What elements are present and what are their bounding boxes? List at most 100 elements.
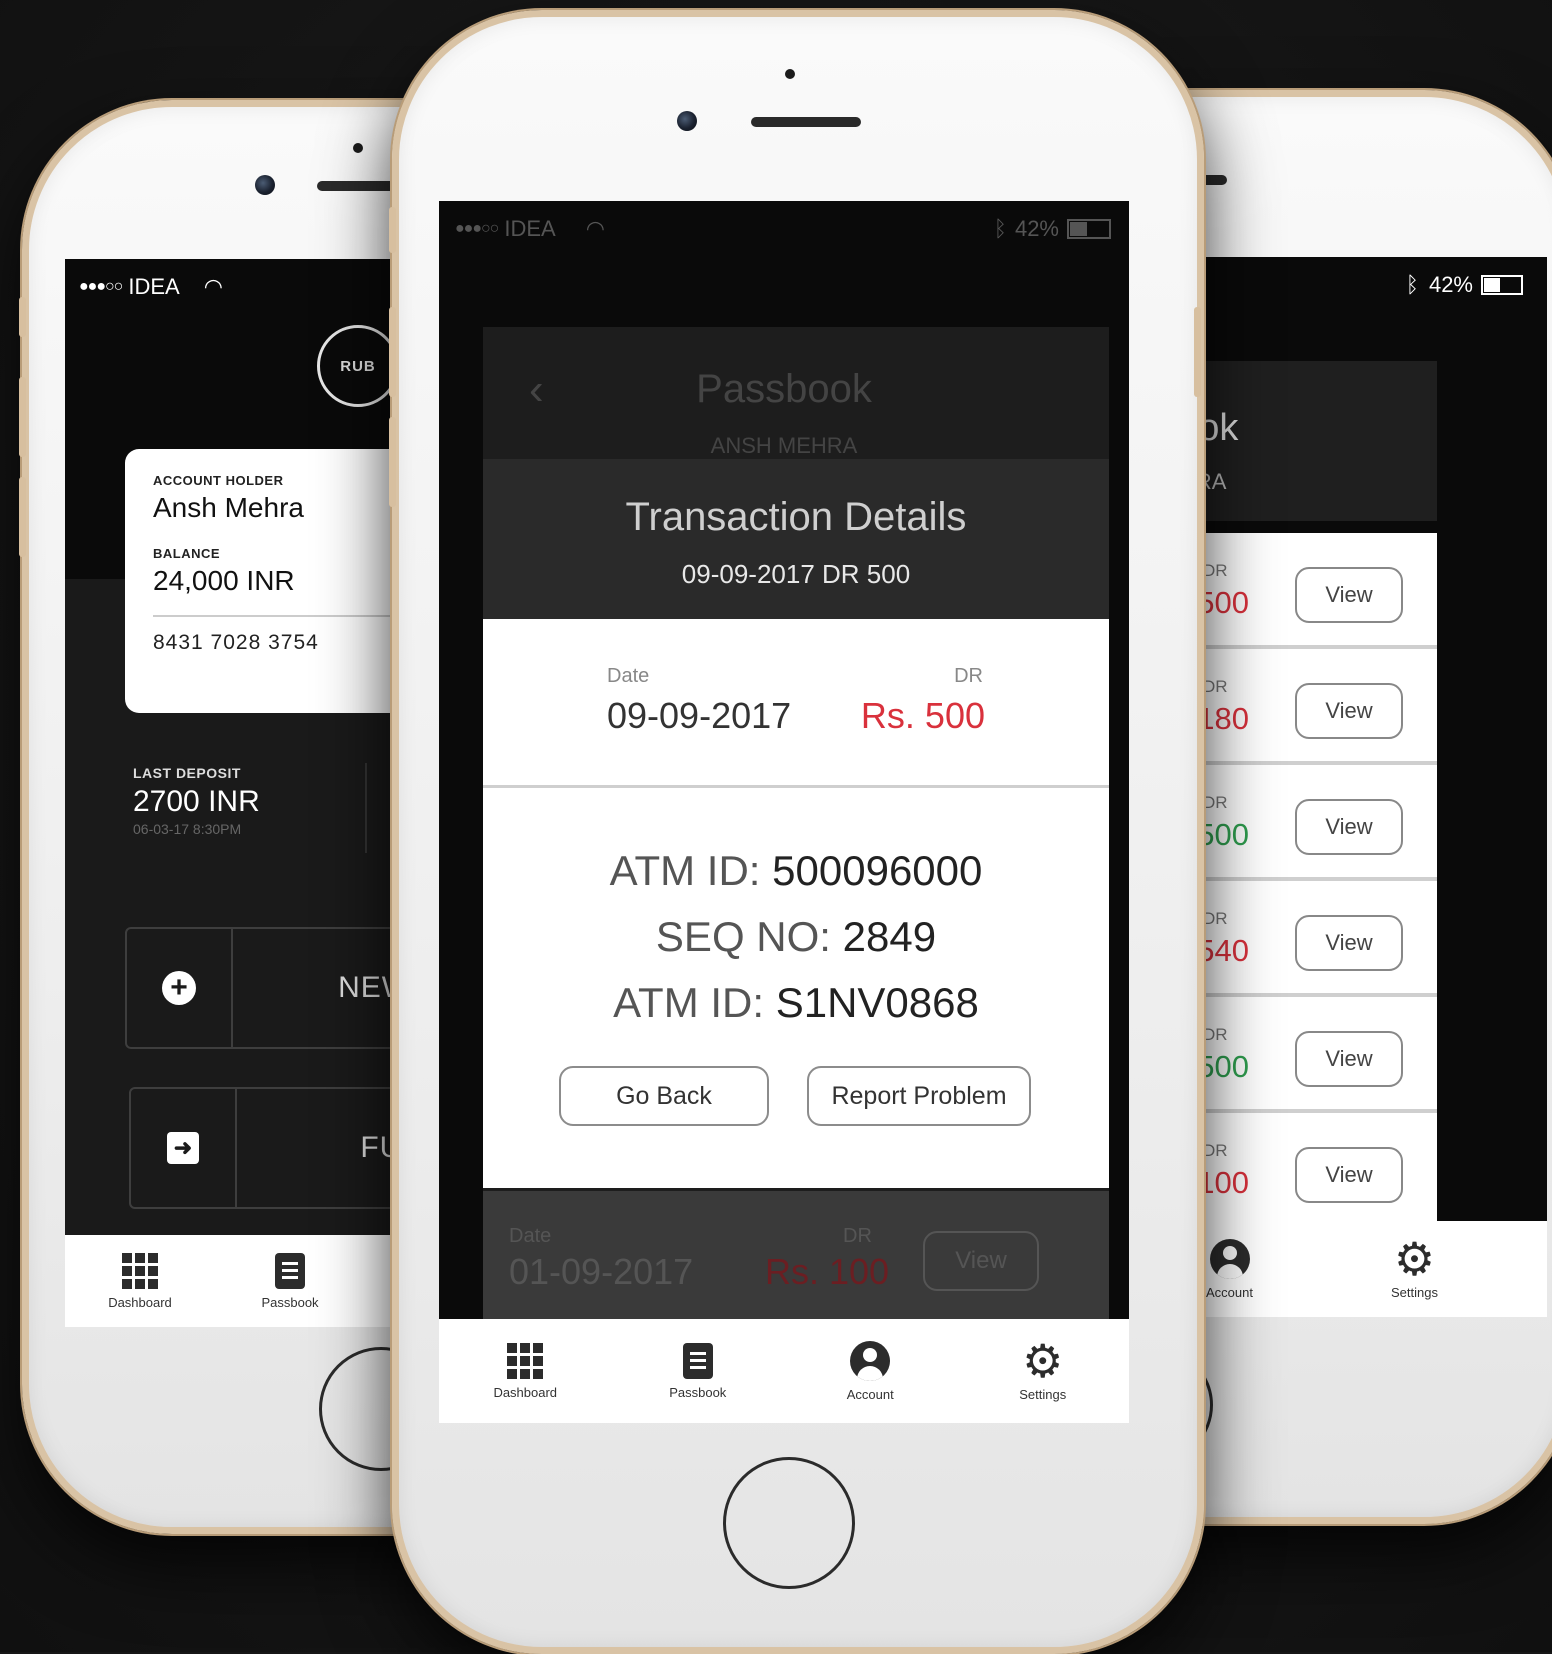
account-icon: [850, 1340, 891, 1381]
battery-icon: [1067, 219, 1111, 239]
last-deposit: LAST DEPOSIT 2700 INR 06-03-17 8:30PM: [133, 765, 260, 837]
detail-line: SEQ NO: 2849: [483, 904, 1109, 970]
detail-line: ATM ID: S1NV0868: [483, 970, 1109, 1036]
detail-value: S1NV0868: [775, 979, 979, 1026]
tab-settings[interactable]: ⚙ Settings: [1322, 1221, 1507, 1317]
transaction-type: DR: [1203, 1025, 1228, 1044]
detail-value: 500096000: [772, 847, 983, 894]
signal-icon: ●●●○○: [79, 278, 123, 295]
tab-passbook[interactable]: Passbook: [612, 1319, 785, 1423]
date-caption: Date: [607, 665, 650, 687]
center-screen: ●●●○○ IDEA ◠ ᛒ 42% ‹ Passbook ANSH MEHRA…: [439, 201, 1129, 1423]
detail-label: ATM ID:: [609, 847, 761, 894]
phone-center: ●●●○○ IDEA ◠ ᛒ 42% ‹ Passbook ANSH MEHRA…: [389, 10, 1204, 1654]
tab-settings[interactable]: ⚙ Settings: [957, 1319, 1130, 1423]
front-camera: [677, 111, 697, 131]
volume-down-button: [19, 477, 26, 557]
amount-value: Rs. 100: [765, 1251, 890, 1292]
transaction-type: DR: [1203, 561, 1228, 580]
modal-title: Transaction Details: [625, 495, 967, 539]
last-deposit-value: 2700 INR: [133, 785, 260, 818]
amount-value: Rs. 500: [860, 695, 985, 736]
wifi-icon: ◠: [203, 274, 223, 299]
earpiece-speaker: [751, 117, 861, 127]
mute-switch: [389, 207, 396, 253]
tab-account[interactable]: Account: [784, 1319, 957, 1423]
view-button[interactable]: View: [1295, 1147, 1403, 1203]
last-deposit-caption: LAST DEPOSIT: [133, 765, 241, 781]
power-button: [1194, 307, 1201, 397]
view-button[interactable]: View: [1295, 799, 1403, 855]
date-value: 01-09-2017: [509, 1251, 694, 1292]
battery-percent: 42%: [1428, 272, 1473, 297]
dashboard-icon: [122, 1252, 158, 1289]
battery-percent: 42%: [1014, 216, 1059, 241]
transaction-type: DR: [1203, 909, 1228, 928]
mute-switch: [19, 297, 26, 337]
transaction-type: DR: [1203, 1141, 1228, 1160]
new-transaction-icon-box: +: [127, 929, 233, 1047]
transaction-details: ATM ID: 500096000 SEQ NO: 2849 ATM ID: S…: [483, 788, 1109, 1188]
proximity-sensor: [353, 143, 363, 153]
date-value: 09-09-2017: [607, 695, 792, 736]
header-title: Passbook: [696, 367, 872, 411]
go-back-button[interactable]: Go Back: [559, 1066, 769, 1126]
carrier-label: IDEA: [128, 274, 180, 299]
modal-header: Transaction Details 09-09-2017 DR 500: [483, 459, 1109, 619]
plus-icon: +: [162, 971, 196, 1005]
detail-label: SEQ NO:: [655, 913, 831, 960]
volume-up-button: [19, 377, 26, 457]
tab-dashboard[interactable]: Dashboard: [439, 1319, 612, 1423]
home-button[interactable]: [723, 1457, 855, 1589]
detail-label: ATM ID:: [613, 979, 765, 1026]
last-deposit-timestamp: 06-03-17 8:30PM: [133, 821, 242, 837]
view-button[interactable]: View: [1295, 683, 1403, 739]
passbook-icon: [275, 1252, 305, 1289]
view-button[interactable]: View: [1295, 1031, 1403, 1087]
tab-label: Account: [846, 1386, 894, 1402]
detail-value: 2849: [842, 913, 937, 960]
tab-dashboard[interactable]: Dashboard: [65, 1235, 215, 1327]
bluetooth-icon: ᛒ: [1405, 272, 1419, 297]
volume-down-button: [389, 417, 396, 507]
passbook-icon: [682, 1342, 713, 1379]
detail-lines: ATM ID: 500096000 SEQ NO: 2849 ATM ID: S…: [483, 838, 1109, 1036]
app-logo: RUB: [317, 325, 399, 407]
fund-transfer-icon-box: ➜: [131, 1089, 237, 1207]
front-camera: [255, 175, 275, 195]
wifi-icon: ◠: [585, 216, 605, 241]
tab-label: Passbook: [261, 1294, 319, 1310]
tab-passbook[interactable]: Passbook: [215, 1235, 365, 1327]
stat-divider: [365, 763, 367, 853]
report-problem-button[interactable]: Report Problem: [807, 1066, 1031, 1126]
tab-label: Settings: [1391, 1284, 1438, 1300]
transaction-summary: Date 09-09-2017 DR Rs. 500: [483, 619, 1109, 788]
arrow-right-icon: ➜: [167, 1132, 199, 1164]
tab-label: Dashboard: [493, 1384, 558, 1400]
gear-icon: ⚙: [1393, 1232, 1436, 1285]
tab-bar: Dashboard Passbook Account ⚙ Settings: [439, 1319, 1129, 1423]
account-icon: [1209, 1238, 1250, 1279]
transaction-type: DR: [1203, 677, 1228, 696]
tab-label: Dashboard: [108, 1294, 172, 1310]
tab-label: Settings: [1019, 1386, 1067, 1402]
bluetooth-icon: ᛒ: [993, 216, 1007, 241]
proximity-sensor: [785, 69, 795, 79]
gear-icon: ⚙: [1022, 1334, 1064, 1387]
background-transaction-row: Date 01-09-2017 DR Rs. 100 View: [483, 1191, 1109, 1326]
tab-label: Passbook: [669, 1384, 727, 1400]
signal-icon: ●●●○○: [455, 220, 499, 237]
detail-line: ATM ID: 500096000: [483, 838, 1109, 904]
view-button[interactable]: View: [1295, 915, 1403, 971]
date-caption: Date: [509, 1225, 552, 1247]
header-subtitle: ANSH MEHRA: [710, 433, 858, 458]
view-button[interactable]: View: [1295, 567, 1403, 623]
volume-up-button: [389, 307, 396, 397]
battery-icon: [1481, 275, 1523, 295]
view-button[interactable]: View: [923, 1231, 1039, 1291]
type-caption: DR: [954, 665, 983, 687]
tab-label: Account: [1206, 1284, 1253, 1300]
modal-subtitle: 09-09-2017 DR 500: [681, 559, 911, 589]
carrier-label: IDEA: [504, 216, 556, 241]
transaction-type: DR: [1203, 793, 1228, 812]
